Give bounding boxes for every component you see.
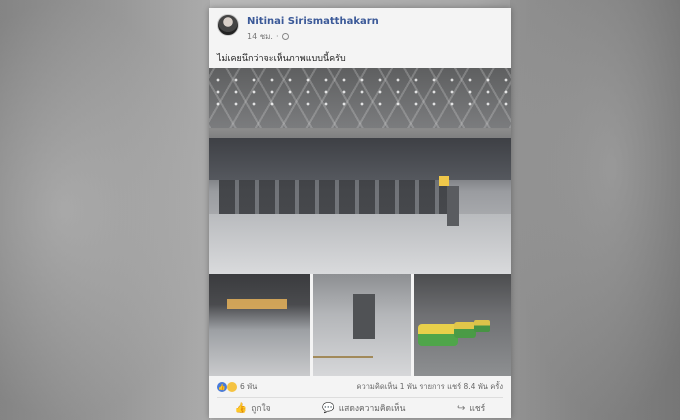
background-blur-right: [510, 0, 680, 420]
photo-ceiling-lights: [209, 74, 511, 114]
photo-stand: [353, 294, 375, 339]
photo-hall-wall: [209, 138, 511, 180]
share-button[interactable]: ↪ แชร์: [457, 401, 485, 415]
background-blur-left: [0, 0, 210, 420]
photo-floor: [209, 214, 511, 274]
facebook-post-card: Nitinai Sirismatthakarn 14 ชม. · ไม่เคยน…: [209, 8, 511, 418]
post-timestamp[interactable]: 14 ชม.: [247, 30, 273, 43]
thumbnail-row: [209, 274, 511, 376]
post-stats: 👍 6 พัน ความคิดเห็น 1 พัน รายการ แชร์ 8.…: [217, 380, 503, 394]
haha-reaction-icon: [227, 382, 237, 392]
photo-taxi: [474, 320, 490, 332]
photo-taxi: [418, 324, 458, 346]
photo-checkin-counters: [219, 180, 449, 214]
like-label: ถูกใจ: [251, 404, 271, 414]
photo-pillar: [447, 186, 459, 226]
comment-label: แสดงความคิดเห็น: [338, 404, 406, 414]
post-meta: 14 ชม. ·: [247, 30, 289, 43]
photo-taxi: [454, 322, 476, 338]
photo-light-glow: [227, 299, 287, 309]
reactions-summary[interactable]: 👍 6 พัน: [217, 381, 257, 393]
comment-icon: 💬: [322, 402, 335, 414]
photo-thumbnail-taxis[interactable]: [414, 274, 511, 376]
avatar[interactable]: [217, 14, 239, 36]
photo-thumbnail-lounge[interactable]: [209, 274, 310, 376]
share-label: แชร์: [469, 404, 486, 414]
reactions-count: 6 พัน: [240, 382, 258, 391]
thumbs-up-icon: 👍: [234, 402, 248, 414]
post-author-name[interactable]: Nitinai Sirismatthakarn: [247, 16, 379, 27]
photo-rail: [313, 356, 373, 358]
divider: [217, 397, 503, 398]
comments-shares-count[interactable]: ความคิดเห็น 1 พัน รายการ แชร์ 8.4 พัน คร…: [356, 381, 503, 393]
photo-thumbnail-terminal[interactable]: [313, 274, 411, 376]
photo-counter-sign: [439, 176, 449, 186]
like-button[interactable]: 👍 ถูกใจ: [235, 401, 271, 415]
post-caption: ไม่เคยนึกว่าจะเห็นภาพแบบนี้ครับ: [217, 54, 346, 64]
share-arrow-icon: ↪: [456, 402, 466, 414]
main-photo-airport-hall[interactable]: [209, 68, 511, 274]
like-reaction-icon: 👍: [217, 382, 227, 392]
globe-icon: [281, 33, 289, 40]
post-actions-bar: 👍 ถูกใจ 💬 แสดงความคิดเห็น ↪ แชร์: [209, 400, 511, 416]
comment-button[interactable]: 💬 แสดงความคิดเห็น: [322, 401, 405, 415]
